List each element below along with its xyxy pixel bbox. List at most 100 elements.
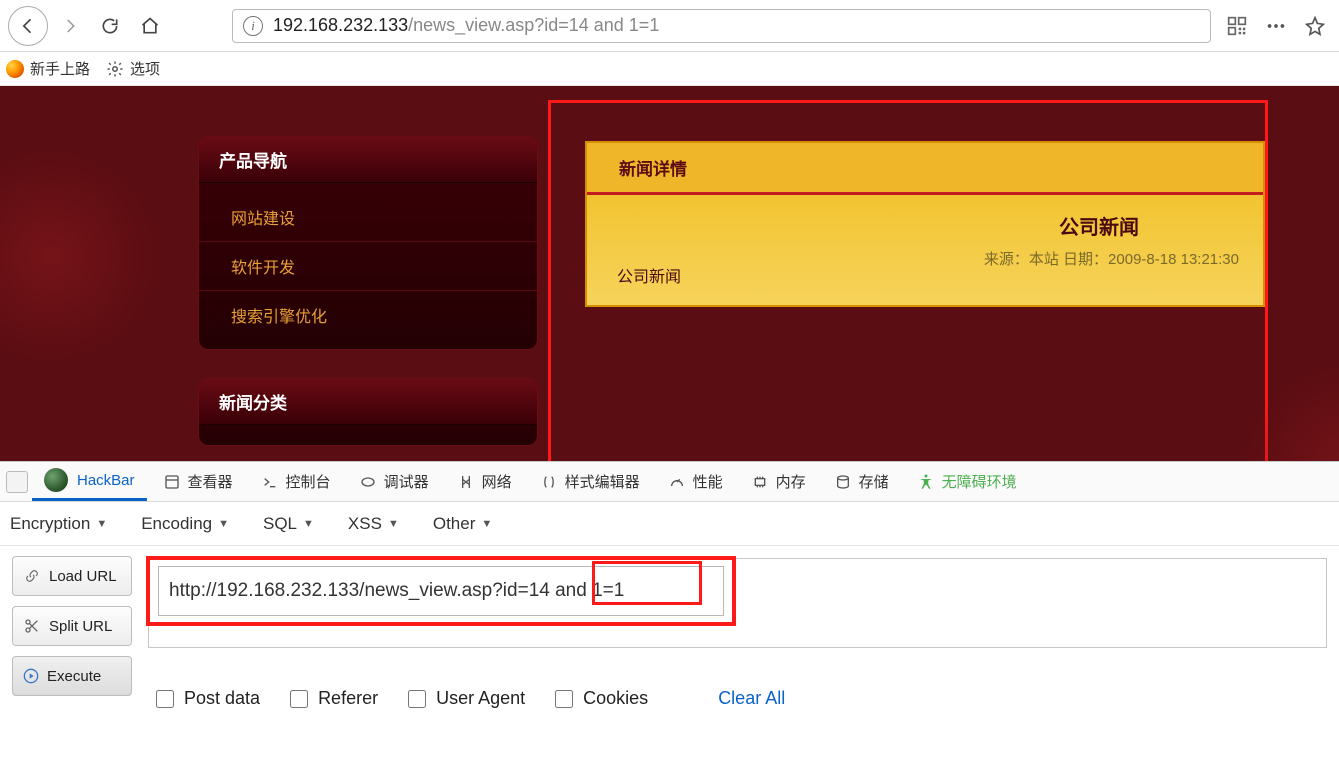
tab-network[interactable]: 网络 [445,462,524,501]
news-header: 新闻详情 [587,143,1263,195]
scissors-icon [23,618,41,634]
tab-debugger[interactable]: 调试器 [347,462,441,501]
menu-other[interactable]: Other▼ [433,514,492,534]
sidebar-item-web[interactable]: 网站建设 [199,193,537,242]
tab-label: 网络 [482,471,512,492]
url-path: /news_view.asp?id=14 and 1=1 [408,15,659,35]
style-icon [540,473,558,491]
hackbar-button-column: Load URL Split URL Execute [12,556,132,709]
tab-hackbar[interactable]: HackBar [32,462,147,501]
hackbar-menu-row: Encryption▼ Encoding▼ SQL▼ XSS▼ Other▼ [0,502,1339,546]
news-meta: 来源：本站 日期：2009-8-18 13:21:30 [611,248,1239,269]
tab-label: 查看器 [188,471,233,492]
bookmark-star-icon[interactable] [1305,16,1325,36]
check-user-agent[interactable]: User Agent [408,688,525,709]
reload-button[interactable] [92,8,128,44]
clear-all-link[interactable]: Clear All [718,688,785,709]
check-cookies[interactable]: Cookies [555,688,648,709]
site-info-icon[interactable]: i [243,16,263,36]
devtools-tabs: HackBar 查看器 控制台 调试器 网络 样式编辑器 性能 内存 [0,462,1339,502]
tab-console[interactable]: 控制台 [249,462,343,501]
bookmark-label: 新手上路 [30,58,90,79]
storage-icon [834,473,852,491]
tab-inspector[interactable]: 查看器 [151,462,245,501]
page-sidebar: 产品导航 网站建设 软件开发 搜索引擎优化 新闻分类 [198,136,538,461]
devtools-dropdown-icon[interactable] [6,471,28,493]
sidebar-panel-nav: 产品导航 网站建设 软件开发 搜索引擎优化 [198,136,538,350]
checkbox[interactable] [555,690,573,708]
highlight-box-url [146,556,736,626]
menu-sql[interactable]: SQL ▼ [263,514,314,534]
check-label: User Agent [436,688,525,709]
menu-label: SQL [263,514,297,534]
execute-button[interactable]: Execute [12,656,132,696]
check-label: Referer [318,688,378,709]
memory-icon [751,473,769,491]
performance-icon [668,473,686,491]
tab-label: 调试器 [384,471,429,492]
back-button[interactable] [8,6,48,46]
news-panel: 新闻详情 公司新闻 来源：本站 日期：2009-8-18 13:21:30 公司… [585,141,1265,307]
firefox-icon [6,60,24,78]
checkbox[interactable] [408,690,426,708]
caret-icon: ▼ [96,518,107,530]
chrome-right-controls [1227,15,1331,37]
highlight-box-outer: 新闻详情 公司新闻 来源：本站 日期：2009-8-18 13:21:30 公司… [548,100,1268,461]
gear-icon [106,60,124,78]
load-url-button[interactable]: Load URL [12,556,132,596]
caret-icon: ▼ [388,518,399,530]
accessibility-icon [917,473,935,491]
button-label: Load URL [49,568,117,585]
tab-accessibility[interactable]: 无障碍环境 [905,462,1029,501]
check-label: Cookies [583,688,648,709]
bookmark-options[interactable]: 选项 [106,58,160,79]
button-label: Split URL [49,618,112,635]
hackbar-logo-icon [44,468,68,492]
check-post-data[interactable]: Post data [156,688,260,709]
checkbox[interactable] [290,690,308,708]
bookmark-label: 选项 [130,58,160,79]
hackbar-main: Load URL Split URL Execute Post data Ref… [0,546,1339,725]
caret-icon: ▼ [303,518,314,530]
hackbar-url-container [148,558,1327,648]
play-icon [23,668,39,684]
url-bar[interactable]: i 192.168.232.133/news_view.asp?id=14 an… [232,9,1211,43]
caret-icon: ▼ [218,518,229,530]
browser-toolbar: i 192.168.232.133/news_view.asp?id=14 an… [0,0,1339,52]
home-button[interactable] [132,8,168,44]
sidebar-item-software[interactable]: 软件开发 [199,242,537,291]
menu-encoding[interactable]: Encoding▼ [141,514,229,534]
menu-encryption[interactable]: Encryption ▼ [10,514,107,534]
hackbar-url-input[interactable] [158,566,724,616]
page-actions-icon[interactable] [1265,15,1287,37]
sidebar-category-body [199,425,537,445]
debugger-icon [359,473,377,491]
qr-icon[interactable] [1227,16,1247,36]
devtools-panel: HackBar 查看器 控制台 调试器 网络 样式编辑器 性能 内存 [0,461,1339,725]
tab-label: 无障碍环境 [942,471,1017,492]
menu-label: Other [433,514,476,534]
tab-label: 内存 [776,471,806,492]
url-host: 192.168.232.133 [273,15,408,35]
sidebar-panel-category: 新闻分类 [198,378,538,446]
url-text: 192.168.232.133/news_view.asp?id=14 and … [273,15,659,36]
button-label: Execute [47,668,101,685]
bookmark-getting-started[interactable]: 新手上路 [6,58,90,79]
news-body-text: 公司新闻 [617,263,681,287]
split-url-button[interactable]: Split URL [12,606,132,646]
check-referer[interactable]: Referer [290,688,378,709]
link-icon [23,569,41,583]
checkbox[interactable] [156,690,174,708]
tab-style-editor[interactable]: 样式编辑器 [528,462,652,501]
menu-xss[interactable]: XSS ▼ [348,514,399,534]
check-label: Post data [184,688,260,709]
menu-label: Encryption [10,514,90,534]
tab-label: 控制台 [286,471,331,492]
forward-button[interactable] [52,8,88,44]
tab-storage[interactable]: 存储 [822,462,901,501]
tab-label: 样式编辑器 [565,471,640,492]
menu-label: XSS [348,514,382,534]
sidebar-item-seo[interactable]: 搜索引擎优化 [199,291,537,339]
tab-memory[interactable]: 内存 [739,462,818,501]
tab-performance[interactable]: 性能 [656,462,735,501]
